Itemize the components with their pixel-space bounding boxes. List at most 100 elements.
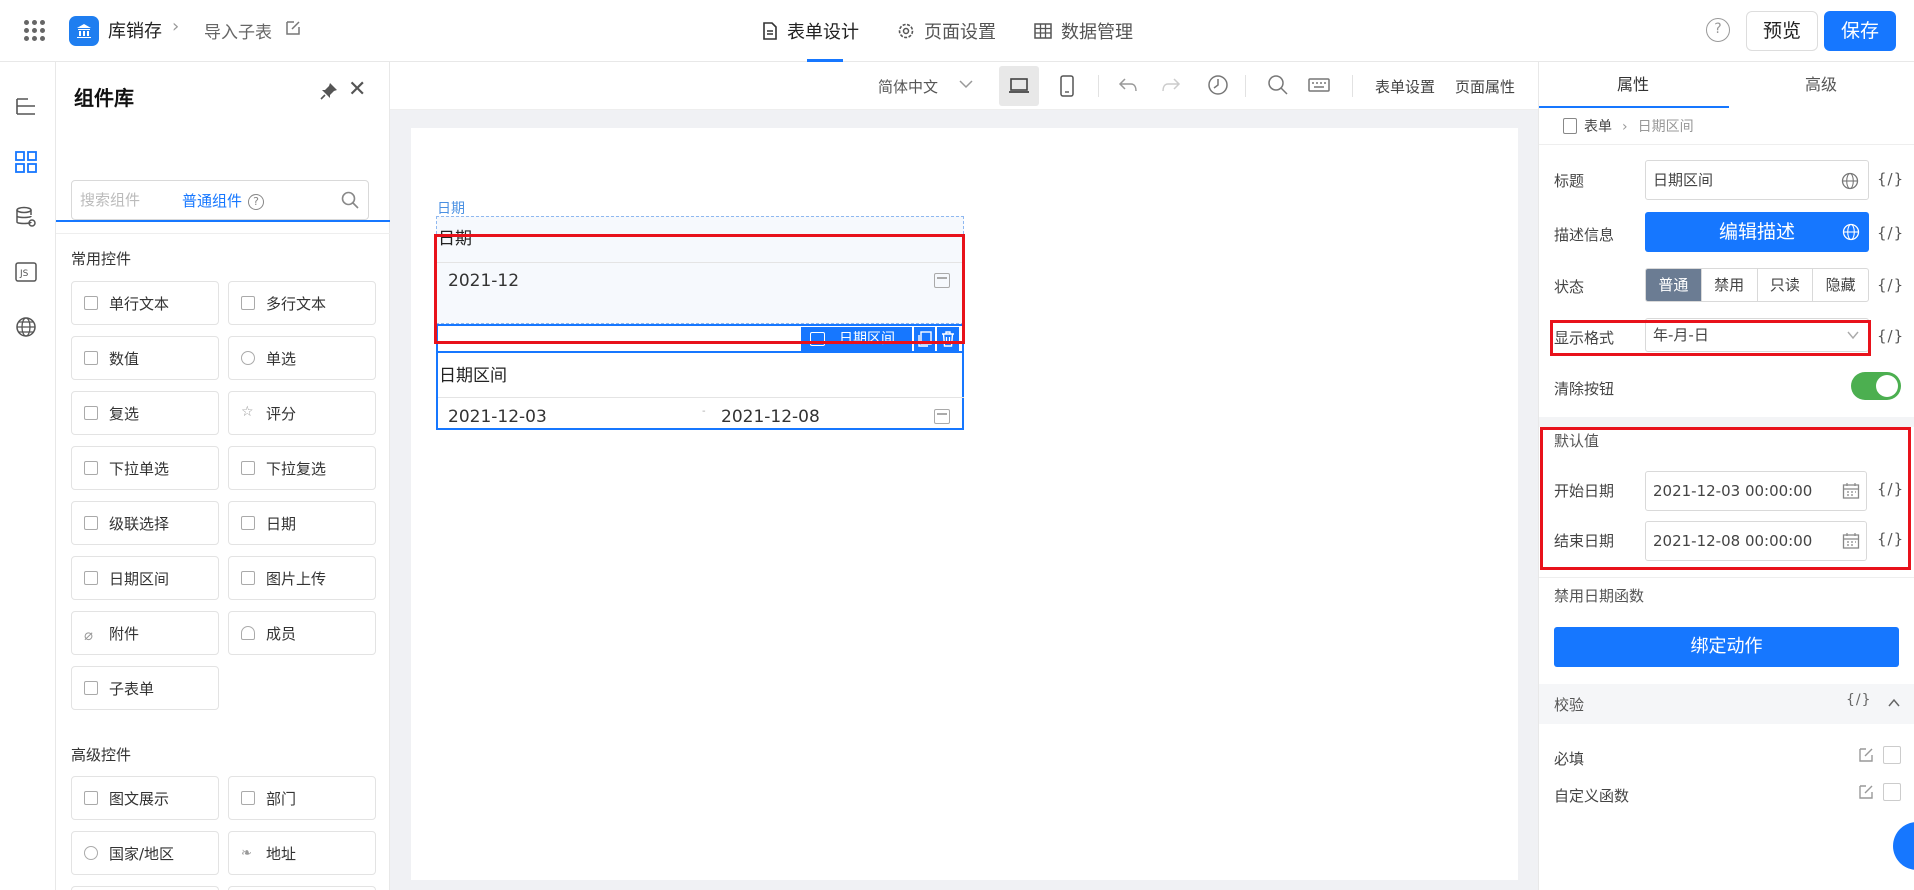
component-checkbox[interactable]: 复选 [71, 391, 219, 435]
tab-properties[interactable]: 属性 [1539, 62, 1727, 108]
form-settings-link[interactable]: 表单设置 [1375, 76, 1435, 97]
delete-field-button[interactable] [937, 327, 959, 351]
database-settings-icon[interactable] [12, 203, 40, 231]
app-name[interactable]: 库销存 [108, 17, 162, 43]
save-button[interactable]: 保存 [1824, 11, 1896, 51]
field-value-end-date[interactable]: 2021-12-08 [721, 407, 820, 427]
js-icon[interactable]: JS [12, 258, 40, 286]
edit-icon[interactable] [1857, 783, 1875, 801]
component-department[interactable]: 部门 [228, 776, 376, 820]
checklist-icon [241, 461, 255, 475]
component-date-range[interactable]: 日期区间 [71, 556, 219, 600]
calendar-icon[interactable] [1842, 532, 1860, 550]
mobile-icon[interactable] [1059, 74, 1075, 98]
custom-function-checkbox[interactable] [1883, 783, 1901, 801]
language-select[interactable]: 简体中文 [878, 76, 938, 97]
component-subform[interactable]: 子表单 [71, 666, 219, 710]
fx-toggle[interactable]: {/} [1877, 327, 1904, 345]
components-icon[interactable] [12, 148, 40, 176]
component-partial[interactable] [71, 886, 219, 890]
breadcrumb-root[interactable]: 表单 [1584, 119, 1612, 135]
edit-icon[interactable] [1857, 746, 1875, 764]
required-checkbox[interactable] [1883, 746, 1901, 764]
validation-section-header[interactable]: 校验 {/} [1539, 684, 1914, 724]
edit-description-button[interactable]: 编辑描述 [1645, 212, 1869, 252]
calendar-icon[interactable] [1842, 482, 1860, 500]
component-multi-text[interactable]: 多行文本 [228, 281, 376, 325]
component-address[interactable]: ❧ 地址 [228, 831, 376, 875]
globe-icon[interactable] [1842, 223, 1860, 241]
bind-action-button[interactable]: 绑定动作 [1554, 627, 1899, 667]
pin-icon[interactable] [319, 81, 339, 101]
component-dropdown-single[interactable]: 下拉单选 [71, 446, 219, 490]
redo-icon[interactable] [1160, 74, 1182, 96]
status-option-normal[interactable]: 普通 [1646, 269, 1701, 301]
component-dropdown-multi[interactable]: 下拉复选 [228, 446, 376, 490]
tab-page-settings[interactable]: 页面设置 [897, 0, 996, 62]
calendar-icon[interactable] [934, 409, 950, 424]
fx-toggle[interactable]: {/} [1877, 170, 1904, 188]
chevron-up-icon[interactable] [1887, 697, 1901, 709]
keyboard-icon[interactable] [1307, 74, 1331, 96]
copy-field-button[interactable] [913, 327, 936, 351]
edit-icon[interactable] [284, 19, 302, 37]
page-properties-link[interactable]: 页面属性 [1455, 76, 1515, 97]
history-icon[interactable] [1207, 74, 1229, 96]
display-format-select[interactable]: 年-月-日 [1645, 318, 1869, 352]
fx-toggle[interactable]: {/} [1877, 530, 1904, 548]
divider [1539, 144, 1914, 145]
subform-icon [84, 681, 98, 695]
component-country[interactable]: 国家/地区 [71, 831, 219, 875]
app-grid-icon[interactable] [22, 18, 46, 42]
search-input[interactable] [72, 181, 322, 219]
status-option-disabled[interactable]: 禁用 [1700, 269, 1757, 301]
component-label: 单行文本 [109, 294, 170, 313]
field-value-start-date[interactable]: 2021-12-03 [448, 407, 547, 427]
help-icon[interactable]: ? [1706, 18, 1730, 42]
edit-description-label: 编辑描述 [1718, 221, 1795, 243]
start-date-input[interactable]: 2021-12-03 00:00:00 [1645, 471, 1867, 511]
component-member[interactable]: 成员 [228, 611, 376, 655]
component-rich-text[interactable]: 图文展示 [71, 776, 219, 820]
field-value-date[interactable]: 2021-12 [448, 271, 519, 291]
component-rating[interactable]: ☆ 评分 [228, 391, 376, 435]
component-single-text[interactable]: 单行文本 [71, 281, 219, 325]
component-image-upload[interactable]: 图片上传 [228, 556, 376, 600]
required-label: 必填 [1554, 750, 1585, 768]
form-field-date[interactable]: 日期 2021-12 [436, 216, 964, 324]
calendar-icon[interactable] [934, 273, 950, 288]
search-icon[interactable] [340, 190, 360, 210]
globe-icon[interactable] [12, 313, 40, 341]
component-label: 级联选择 [109, 514, 170, 533]
title-input[interactable]: 日期区间 [1645, 160, 1869, 200]
fx-toggle[interactable]: {/} [1877, 224, 1904, 242]
component-number[interactable]: 数值 [71, 336, 219, 380]
preview-button[interactable]: 预览 [1746, 11, 1818, 51]
fx-toggle[interactable]: {/} [1877, 276, 1904, 294]
component-cascader[interactable]: 级联选择 [71, 501, 219, 545]
laptop-icon [1009, 78, 1029, 93]
close-icon[interactable]: ✕ [348, 77, 366, 102]
chevron-down-icon[interactable] [958, 76, 974, 92]
desktop-view-button[interactable] [999, 66, 1039, 106]
component-date[interactable]: 日期 [228, 501, 376, 545]
tab-form-design[interactable]: 表单设计 [762, 0, 859, 62]
end-date-input[interactable]: 2021-12-08 00:00:00 [1645, 521, 1867, 561]
fx-toggle[interactable]: {/} [1877, 480, 1904, 498]
component-partial[interactable] [228, 886, 376, 890]
tab-data-management[interactable]: 数据管理 [1034, 0, 1133, 62]
status-option-hidden[interactable]: 隐藏 [1812, 269, 1868, 301]
clear-button-toggle[interactable] [1851, 372, 1901, 400]
breadcrumb-chevron-icon: › [1622, 119, 1628, 135]
component-radio[interactable]: 单选 [228, 336, 376, 380]
outline-icon[interactable] [12, 93, 40, 121]
fx-toggle[interactable]: {/} [1846, 692, 1872, 708]
title-input-value: 日期区间 [1653, 171, 1714, 189]
search-icon[interactable] [1267, 74, 1289, 96]
globe-icon[interactable] [1841, 172, 1859, 190]
tab-advanced[interactable]: 高级 [1727, 62, 1914, 108]
component-attachment[interactable]: ⌀ 附件 [71, 611, 219, 655]
form-field-date-range[interactable]: 日期区间 日期区间 2021-12-03 - 2021-12-08 [436, 324, 964, 430]
status-option-readonly[interactable]: 只读 [1756, 269, 1813, 301]
undo-icon[interactable] [1117, 74, 1139, 96]
